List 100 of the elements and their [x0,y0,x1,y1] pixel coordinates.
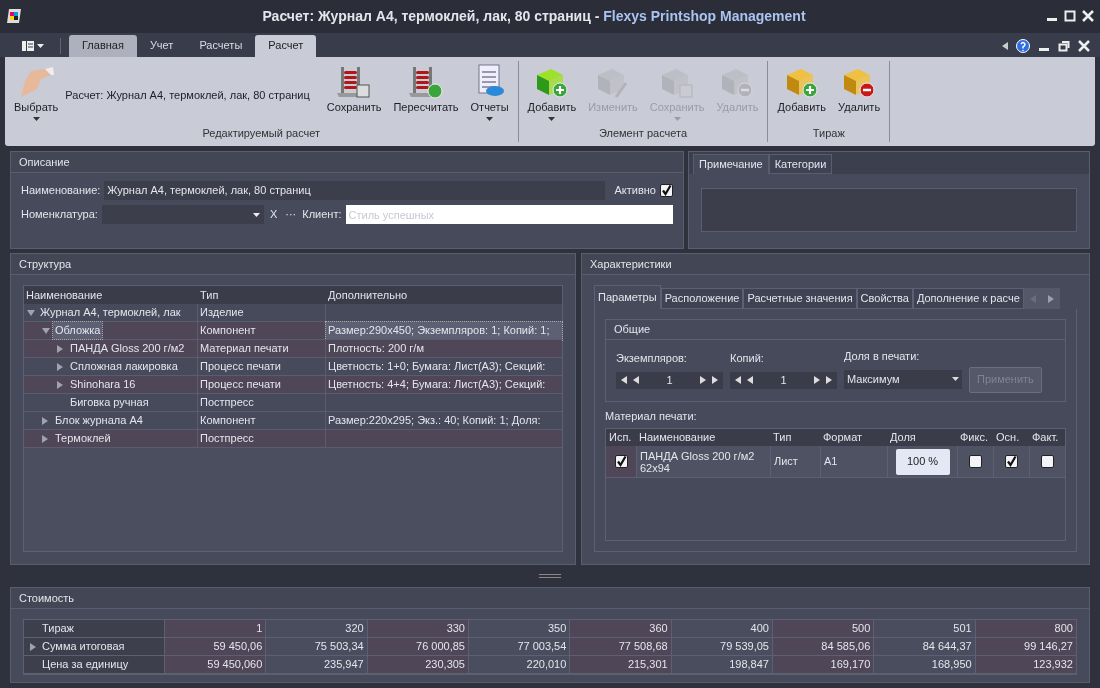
checkbox[interactable] [1005,455,1018,468]
checkbox[interactable] [614,455,628,468]
column-header[interactable]: Тип [770,429,820,446]
maximize-icon[interactable] [1064,10,1076,23]
checkbox[interactable] [969,455,982,468]
column-header[interactable]: Факт. [1029,429,1065,446]
ribbon-button[interactable]: Добавить [522,60,582,124]
table-cell-text: Цветность: 1+0; Бумага: Лист(А3); Секций: [328,359,546,375]
help-icon[interactable] [1016,38,1030,53]
table-cell-text: Компонент [200,323,256,339]
restore-icon[interactable] [1058,39,1070,52]
caret-icon [673,117,681,122]
tab[interactable]: Примечание [693,154,769,174]
splitter-handle-icon[interactable] [539,574,561,578]
field-label: Копий: [730,351,765,366]
table-cell-text: 198,847 [729,657,769,673]
group-title: Элемент расчета [598,125,689,141]
ribbon-tab[interactable]: Учет [136,34,187,57]
table-cell-text: 400 [750,621,769,637]
caret-icon [952,377,959,381]
column-header[interactable]: Тип [198,286,326,304]
scroll-right-icon[interactable] [1047,294,1054,303]
layout-menu-icon[interactable] [22,40,34,51]
name-field[interactable]: Журнал А4, термоклей, лак, 80 страниц [104,181,605,200]
field-label: Доля в печати: [844,349,921,364]
caret-icon [252,212,260,217]
ribbon-button[interactable]: Выбрать [9,60,64,124]
tree-item[interactable]: Спложная лакировка [68,358,180,375]
tree-item[interactable]: Журнал А4, термоклей, лак [38,304,183,321]
field-label: Клиент: [302,207,342,223]
tree-item[interactable]: Блок журнала А4 [53,412,145,429]
share-dropdown[interactable]: Максимум [844,369,962,389]
share-field[interactable]: 100 % [895,448,950,475]
table-cell-text: 84 644,37 [922,639,972,655]
table-cell-text: 77 003,54 [517,639,567,655]
tab[interactable]: Категории [768,154,833,174]
table-cell-text: 59 450,06 [213,639,263,655]
group-title: Редактируемый расчет [201,125,322,141]
table-cell-text: Процесс печати [200,359,281,375]
table-cell-text: Лист [774,454,798,470]
expand-icon[interactable] [30,642,36,651]
caret-icon [486,117,494,122]
column-header[interactable]: Наименование [24,286,198,304]
table-cell-text: 360 [649,621,668,637]
column-header[interactable]: Наименование [636,429,770,446]
clear-button[interactable]: X [267,206,280,223]
ribbon-button[interactable]: Пересчитать [388,60,464,124]
tree-item[interactable]: Биговка ручная [68,394,151,411]
tree-item[interactable]: Термоклей [53,430,113,447]
checkbox[interactable] [1041,455,1054,468]
tab[interactable]: Расположение [660,288,744,309]
column-header[interactable]: Исп. [606,429,636,446]
column-header[interactable]: Фикс. [957,429,993,446]
group-title: Тираж [811,125,846,141]
column-header[interactable]: Дополнительно [326,286,562,304]
table-cell-text: 230,305 [425,657,465,673]
ribbon-tab[interactable]: Расчет [255,34,317,57]
row-header: Тираж [42,621,74,637]
ribbon-button[interactable]: Удалить [833,60,886,124]
calculation-caption: Расчет: Журнал А4, термоклей, лак, 80 страниц [65,87,310,103]
window-title: Расчет: Журнал А4, термоклей, лак, 80 страниц - Flexys Printshop Management [261,6,807,26]
tab[interactable]: Параметры [594,285,661,309]
table-cell-text: ПАНДА Gloss 200 г/м2 62x94 [640,449,756,474]
collapse-icon[interactable] [42,327,50,334]
table-cell-text: Размер:220x295; Экз.: 40; Копий: 1; Доля: [328,413,541,429]
ribbon-tab[interactable]: Главная [69,34,137,57]
table-cell-text: 220,010 [526,657,567,673]
ribbon-button[interactable]: Сохранить [321,60,387,124]
notes-field[interactable] [701,188,1077,232]
field-label: Экземпляров: [616,351,688,366]
close-icon[interactable] [1078,39,1090,52]
field-label: Номенклатура: [21,207,98,223]
column-header[interactable]: Доля [887,429,957,446]
tree-item[interactable]: ПАНДА Gloss 200 г/м2 [68,340,187,357]
tab[interactable]: Расчетные значения [743,288,857,309]
spin-field[interactable]: 1 [730,371,837,389]
collapse-icon[interactable] [27,309,35,316]
column-header[interactable]: Осн. [993,429,1029,446]
panel-title: Стоимость [19,590,75,606]
table-cell-text: Постпресс [200,431,254,447]
ribbon-button[interactable]: Отчеты [465,60,514,124]
ribbon-tab[interactable]: Расчеты [186,34,256,57]
table-cell-text: Размер:290x450; Экземпляров: 1; Копий: 1; [328,323,550,339]
collapse-ribbon-icon[interactable] [1002,41,1008,50]
ribbon-button[interactable]: Добавить [772,60,832,124]
tree-item[interactable]: Shinohara 16 [68,376,138,393]
table-cell-text: Процесс печати [200,377,281,393]
caret-icon [37,43,44,48]
tab[interactable]: Дополнение к расче [912,288,1024,309]
close-icon[interactable] [1082,10,1094,23]
table-cell-text: 168,950 [931,657,972,673]
table-cell-text: A1 [824,454,838,470]
more-button[interactable]: ··· [283,206,299,223]
spin-field[interactable]: 1 [616,371,723,389]
table-cell-text: Плотность: 200 г/м [328,341,424,357]
table-cell-text: 75 503,34 [314,639,364,655]
checkbox[interactable] [660,184,673,197]
tree-item[interactable]: Обложка [53,322,103,339]
column-header[interactable]: Формат [820,429,887,446]
tab[interactable]: Свойства [856,288,913,309]
